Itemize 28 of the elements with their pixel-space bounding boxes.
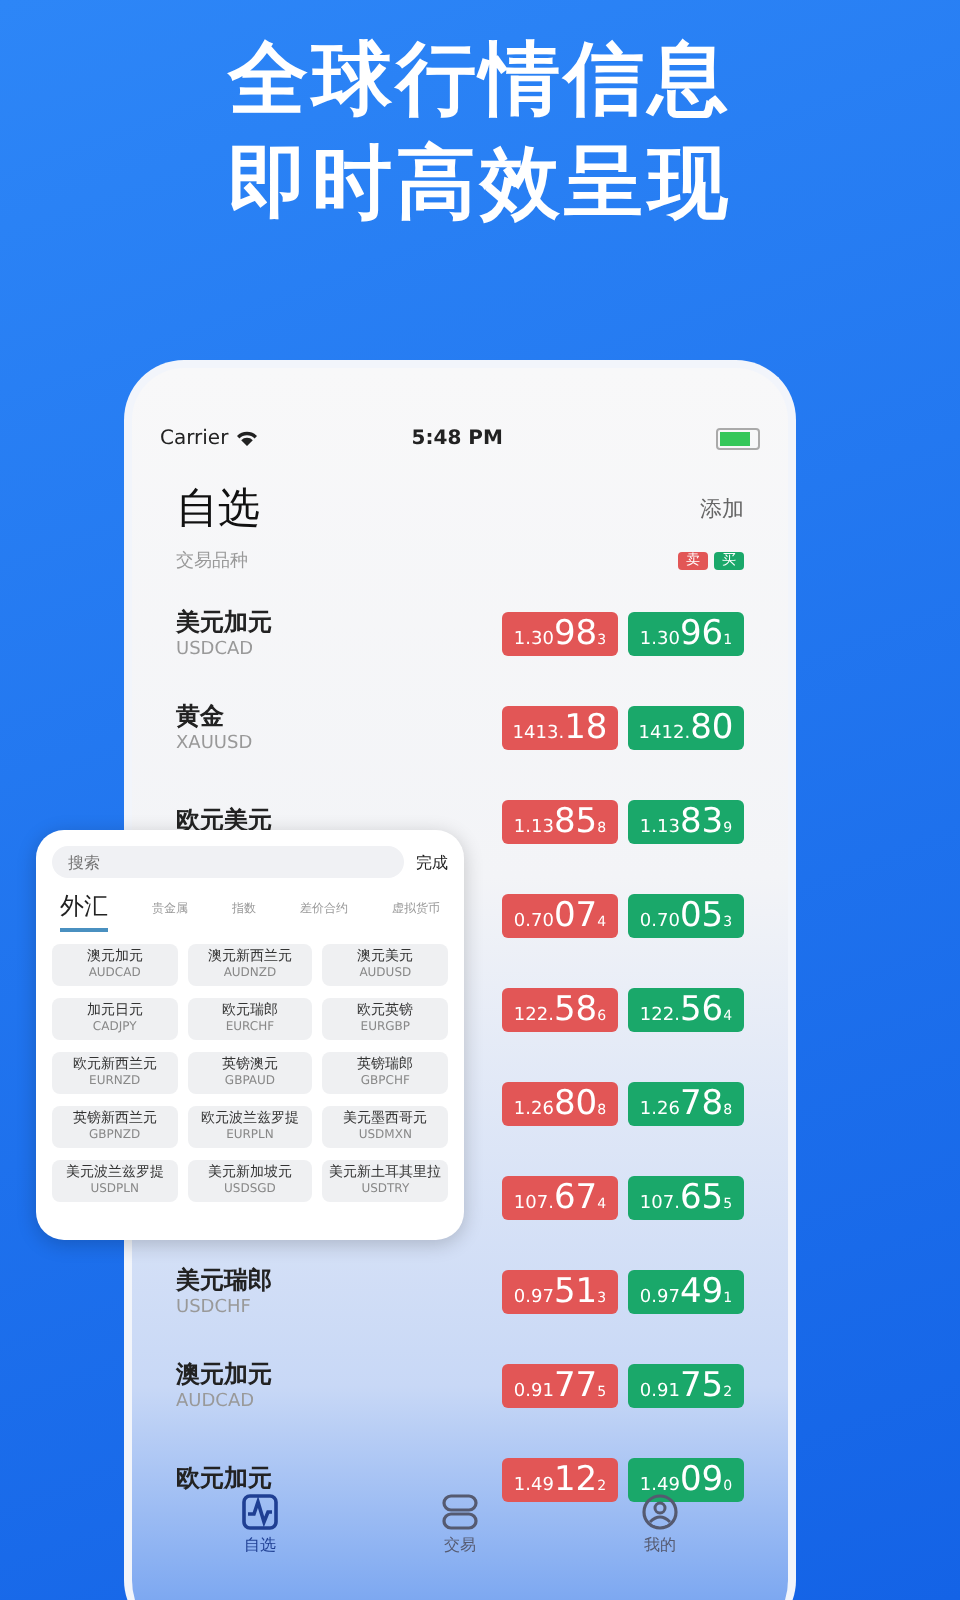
instrument-code: XAUUSD: [176, 734, 255, 754]
instrument-code: USDCAD: [176, 640, 256, 660]
battery-icon: [716, 427, 760, 449]
instrument-code: USDCHF: [176, 1298, 253, 1318]
wifi-icon: [236, 430, 259, 446]
carrier-label: Carrier: [160, 427, 229, 449]
instrument-code: AUDCAD: [176, 1392, 257, 1412]
buy-price-button[interactable]: 1412.80: [628, 705, 744, 749]
sell-price-button[interactable]: 1413.18: [502, 705, 618, 749]
chart-icon: [242, 1494, 278, 1530]
add-button[interactable]: 添加: [700, 493, 744, 523]
instrument-name: 澳元加元: [176, 1358, 274, 1392]
instrument-name: 美元加元: [176, 606, 274, 640]
instrument-name: 黄金: [176, 700, 226, 734]
tab-item[interactable]: 自选: [242, 1494, 278, 1556]
status-time: 5:48 PM: [409, 427, 505, 449]
instrument-name: 欧元加元: [176, 1462, 274, 1496]
done-button[interactable]: 完成: [416, 851, 448, 873]
category-tab[interactable]: 外汇: [60, 890, 108, 932]
user-icon: [642, 1494, 678, 1530]
instrument-name: 美元瑞郎: [176, 1264, 274, 1298]
tab-item[interactable]: 交易: [442, 1494, 478, 1556]
search-field[interactable]: 搜索: [52, 846, 404, 878]
page-title: 自选: [176, 482, 260, 536]
column-label: 交易品种: [176, 549, 248, 574]
stack-icon: [442, 1494, 478, 1530]
headline: 即时高效呈现: [228, 136, 732, 232]
headline: 全球行情信息: [228, 32, 732, 128]
